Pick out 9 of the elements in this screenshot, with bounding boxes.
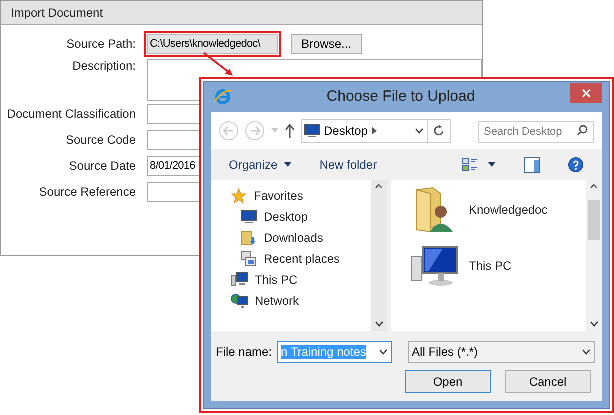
panel-title: Import Document [11,4,104,22]
field-label: Source Reference [38,184,136,201]
field-label: Source Path: [66,36,136,53]
file-name-label: File name: [216,344,272,361]
dialog-title: Choose File to Upload [326,86,476,107]
field-label: Description: [72,58,136,75]
field-label: Document Classification [6,106,136,123]
field-label: Source Date [68,158,136,175]
field-label: Source Code [64,132,136,149]
